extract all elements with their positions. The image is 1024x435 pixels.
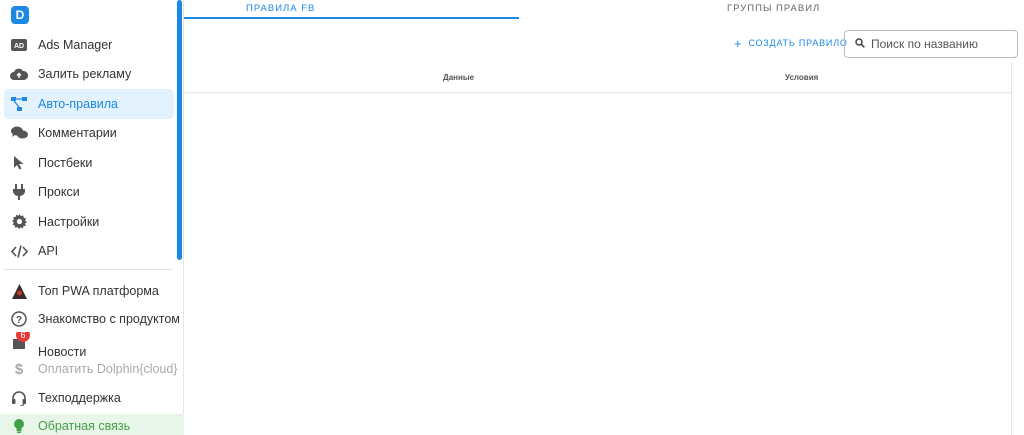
sidebar-item-label: API (38, 244, 59, 259)
rules-table: Данные Условия (184, 62, 1012, 435)
create-rule-button[interactable]: + СОЗДАТЬ ПРАВИЛО (734, 35, 848, 51)
sidebar-item-top-pwa[interactable]: Топ PWA платформа (0, 276, 184, 306)
sidebar-item-label: Оплатить Dolphin{cloud} (38, 362, 178, 376)
active-tab-indicator (184, 17, 519, 19)
comments-icon (10, 124, 28, 142)
sidebar-item-label: Новости (38, 345, 87, 356)
search-box[interactable] (844, 30, 1018, 58)
sidebar-item-label: Постбеки (38, 155, 93, 170)
main-content: Правила FB Группы правил + СОЗДАТЬ ПРАВИ… (184, 0, 1024, 435)
help-circle-icon: ? (10, 310, 28, 328)
sidebar-item-label: Обратная связь (38, 419, 131, 433)
sidebar-item-label: Комментарии (38, 126, 117, 141)
sidebar-item-label: Знакомство с продуктом (38, 312, 180, 326)
sidebar: D AD Ads Manager Залить рекламу Авто-пра… (0, 0, 184, 435)
sidebar-nav: AD Ads Manager Залить рекламу Авто-прави… (4, 30, 174, 266)
dolphin-logo[interactable]: D (11, 6, 29, 24)
dollar-icon: $ (14, 360, 24, 378)
sidebar-bottom-links: Топ PWA платформа ? Знакомство с продукт… (0, 276, 184, 435)
create-rule-label: СОЗДАТЬ ПРАВИЛО (748, 38, 848, 48)
sidebar-item-label: Ads Manager (38, 37, 113, 52)
sidebar-item-product-tour[interactable]: ? Знакомство с продуктом (0, 306, 184, 332)
sidebar-item-label: Настройки (38, 214, 100, 229)
sidebar-divider (4, 269, 172, 270)
logo-letter: D (15, 8, 25, 22)
search-input[interactable] (871, 37, 1011, 51)
sidebar-item-label: Техподдержка (38, 391, 121, 405)
svg-text:AD: AD (14, 43, 24, 50)
sidebar-item-settings[interactable]: Настройки (4, 207, 174, 237)
sidebar-item-feedback[interactable]: Обратная связь (0, 414, 184, 435)
sidebar-item-label: Авто-правила (38, 96, 118, 111)
sitemap-icon (10, 95, 28, 113)
code-icon (10, 242, 28, 260)
plus-icon: + (734, 35, 743, 51)
sidebar-item-label: Топ PWA платформа (38, 284, 159, 298)
sidebar-item-news[interactable]: 6 Новости (0, 332, 184, 356)
column-header-data[interactable]: Данные (443, 73, 474, 82)
cloud-upload-icon (10, 65, 28, 83)
ad-icon: AD (10, 36, 28, 54)
app-window: D AD Ads Manager Залить рекламу Авто-пра… (0, 0, 1024, 435)
lightbulb-icon (10, 417, 28, 435)
sidebar-item-proxy[interactable]: Прокси (4, 178, 174, 208)
sidebar-item-comments[interactable]: Комментарии (4, 119, 174, 149)
sidebar-item-api[interactable]: API (4, 237, 174, 267)
sidebar-item-label: Залить рекламу (38, 67, 132, 82)
table-header: Данные Условия (184, 62, 1012, 93)
sidebar-item-pay-dolphin[interactable]: $ Оплатить Dolphin{cloud} (0, 356, 184, 382)
sidebar-item-upload-ads[interactable]: Залить рекламу (4, 60, 174, 90)
search-icon (855, 35, 865, 53)
sidebar-item-support[interactable]: Техподдержка (0, 382, 184, 414)
sidebar-item-ads-manager[interactable]: AD Ads Manager (4, 30, 174, 60)
cursor-icon (10, 154, 28, 172)
column-header-conditions[interactable]: Условия (785, 73, 818, 82)
sidebar-item-postbacks[interactable]: Постбеки (4, 148, 174, 178)
sidebar-scrollbar[interactable] (177, 0, 182, 260)
tab-rule-groups[interactable]: Группы правил (727, 3, 820, 14)
headset-icon (10, 389, 28, 407)
pwa-logo-icon (10, 282, 28, 300)
sidebar-item-auto-rules[interactable]: Авто-правила (4, 89, 174, 119)
tab-fb-rules[interactable]: Правила FB (246, 3, 315, 14)
tab-bar: Правила FB Группы правил (184, 0, 1024, 20)
plug-icon (10, 183, 28, 201)
svg-text:?: ? (16, 315, 22, 326)
gear-icon (10, 213, 28, 231)
sidebar-item-label: Прокси (38, 185, 80, 200)
